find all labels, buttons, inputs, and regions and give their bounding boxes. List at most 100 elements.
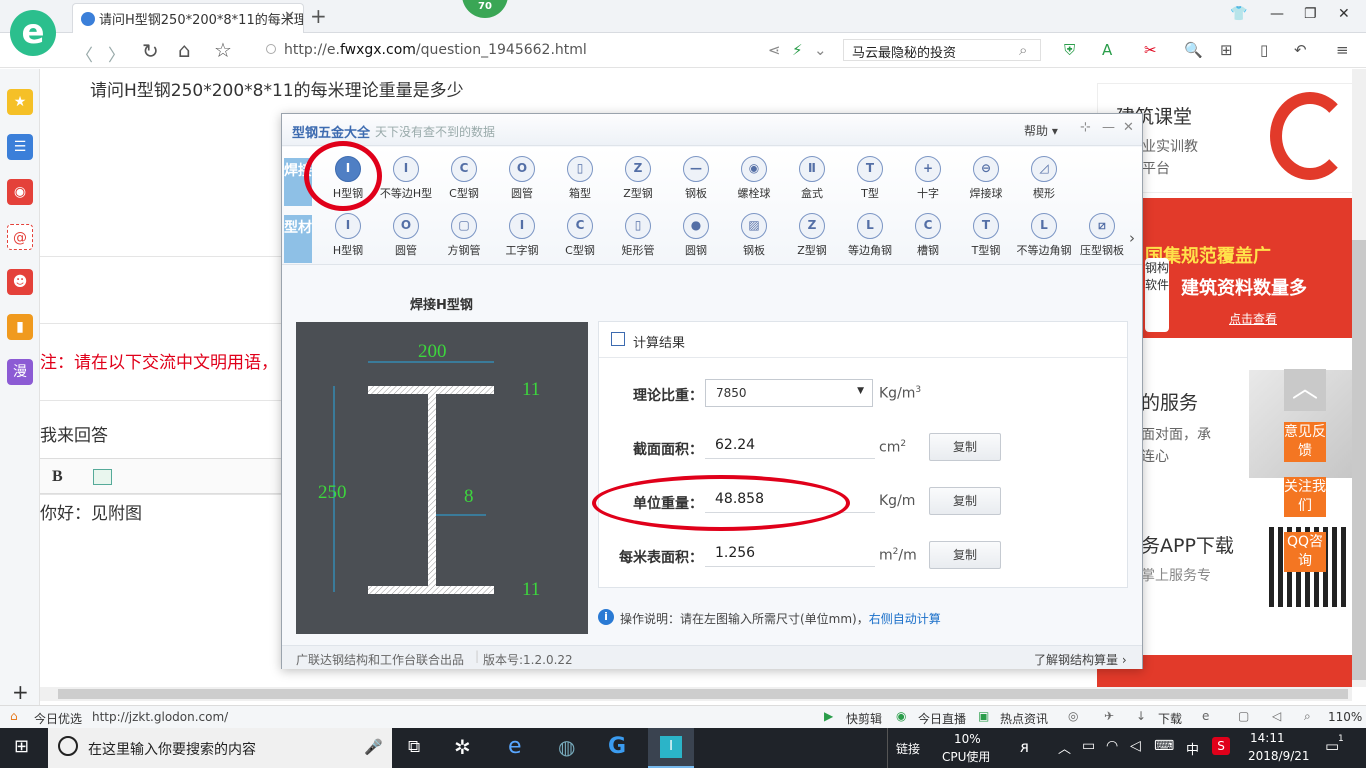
feedback-button[interactable]: 意见反馈 <box>1284 422 1326 462</box>
copy-surface-button[interactable]: 复制 <box>929 541 1001 569</box>
volume-icon[interactable]: ◁ <box>1130 738 1141 754</box>
back-icon[interactable]: 〈 <box>76 41 93 66</box>
profile-shape-item[interactable]: C C型钢 <box>552 213 608 258</box>
help-menu[interactable]: 帮助 ▾ <box>1024 122 1058 139</box>
ime-indicator[interactable]: 中 <box>1186 739 1199 758</box>
window-icon[interactable]: ▢ <box>1238 709 1249 723</box>
scissors-icon[interactable]: ✂ <box>1144 41 1157 59</box>
copy-area-button[interactable]: 复制 <box>929 433 1001 461</box>
maximize-icon[interactable]: ❐ <box>1304 6 1317 22</box>
surface-value[interactable]: 1.256 <box>705 541 875 567</box>
home-icon[interactable]: ⌂ <box>178 38 191 62</box>
profile-shape-item[interactable]: C 槽钢 <box>900 213 956 258</box>
pin-icon[interactable]: ⊹ <box>1080 120 1091 135</box>
book-icon[interactable]: ▮ <box>7 314 33 340</box>
clock-date[interactable]: 2018/9/21 <box>1248 749 1310 763</box>
welded-shape-item[interactable]: I 不等边H型 <box>378 156 434 201</box>
download-icon[interactable]: ↓ <box>1136 709 1146 723</box>
bold-button[interactable]: B <box>52 468 63 486</box>
close-icon[interactable]: ✕ <box>1123 120 1134 135</box>
welded-shape-item[interactable]: Z Z型钢 <box>610 156 666 201</box>
search-input[interactable]: 马云最隐秘的投资 <box>843 39 1041 61</box>
status-today[interactable]: 今日优选 <box>34 710 82 727</box>
footer-link[interactable]: 了解钢结构算量 › <box>1034 651 1127 668</box>
people-icon[interactable]: ᴙ <box>1020 738 1029 756</box>
shirt-icon[interactable]: 👕 <box>1230 6 1247 22</box>
profile-shape-item[interactable]: I 工字钢 <box>494 213 550 258</box>
sogou-icon[interactable]: S <box>1212 737 1230 755</box>
phone-icon[interactable]: ▯ <box>1260 41 1268 59</box>
magnifier-icon[interactable]: 🔍 <box>1184 41 1203 59</box>
microphone-icon[interactable]: 🎤 <box>364 738 383 756</box>
profile-shape-item[interactable]: Z Z型钢 <box>784 213 840 258</box>
minimize-icon[interactable]: — <box>1270 6 1284 22</box>
welded-shape-item[interactable]: T T型 <box>842 156 898 201</box>
mail-icon[interactable]: @ <box>7 224 33 250</box>
welded-shape-item[interactable]: ◉ 螺栓球 <box>726 156 782 201</box>
gift-icon[interactable]: ⌂ <box>10 709 18 723</box>
speaker-icon[interactable]: ◁ <box>1272 709 1281 723</box>
profile-shape-item[interactable]: O 圆管 <box>378 213 434 258</box>
profile-shape-item[interactable]: ● 圆钢 <box>668 213 724 258</box>
profile-shape-item[interactable]: L 不等边角钢 <box>1016 213 1072 258</box>
task-view-icon[interactable]: ⧉ <box>408 737 420 757</box>
dim-height[interactable]: 250 <box>318 482 347 503</box>
close-tab-icon[interactable]: ✕ <box>284 9 295 24</box>
ie-app-icon[interactable]: e <box>508 734 522 759</box>
welded-shape-item[interactable]: ⊖ 焊接球 <box>958 156 1014 201</box>
new-tab-icon[interactable]: + <box>310 4 327 28</box>
globe-icon[interactable]: ◎ <box>1068 709 1078 723</box>
chevron-right-icon[interactable]: › <box>1129 229 1135 247</box>
vertical-scroll-thumb[interactable] <box>1352 240 1366 680</box>
add-sidebar-icon[interactable]: + <box>12 680 29 704</box>
status-news[interactable]: 热点资讯 <box>1000 710 1048 727</box>
area-value[interactable]: 62.24 <box>705 433 875 459</box>
zoom-icon[interactable]: ⌕ <box>1304 709 1311 724</box>
fan-app-icon[interactable]: ✲ <box>454 735 471 759</box>
welded-shape-item[interactable]: O 圆管 <box>494 156 550 201</box>
close-window-icon[interactable]: ✕ <box>1338 6 1350 22</box>
profile-shape-item[interactable]: T T型钢 <box>958 213 1014 258</box>
windows-start-icon[interactable]: ⊞ <box>14 736 29 757</box>
weibo-icon[interactable]: ◉ <box>7 179 33 205</box>
browser-logo-icon[interactable]: e <box>10 10 56 56</box>
clock-time[interactable]: 14:11 <box>1250 731 1285 745</box>
qq-consult-button[interactable]: QQ咨询 <box>1284 532 1326 572</box>
lightning-icon[interactable]: ⚡ <box>792 41 803 59</box>
welded-shape-item[interactable]: + 十字 <box>900 156 956 201</box>
browser-tab[interactable]: 请问H型钢250*200*8*11的每米理 ✕ <box>72 3 304 33</box>
forward-icon[interactable]: 〉 <box>108 41 125 66</box>
game-icon[interactable]: ☻ <box>7 269 33 295</box>
horizontal-scroll-thumb[interactable] <box>58 689 1348 699</box>
favorites-icon[interactable]: ★ <box>7 89 33 115</box>
star-icon[interactable]: ☆ <box>214 38 232 62</box>
welded-shape-item[interactable]: ◿ 楔形 <box>1016 156 1072 201</box>
follow-button[interactable]: 关注我们 <box>1284 477 1326 517</box>
back-to-top-icon[interactable]: ︿ <box>1284 369 1326 411</box>
taskbar-search[interactable]: 在这里输入你要搜索的内容 🎤 <box>48 728 392 768</box>
dim-flange-top[interactable]: 11 <box>522 379 540 400</box>
glodon-app-icon[interactable]: G <box>608 734 626 759</box>
dim-width[interactable]: 200 <box>418 341 447 362</box>
list-icon[interactable]: ☰ <box>7 134 33 160</box>
ad-software-link[interactable]: 点击查看 <box>1229 310 1277 327</box>
undo-icon[interactable]: ↶ <box>1294 41 1307 59</box>
density-select[interactable]: 7850 ▼ <box>705 379 873 407</box>
url-field[interactable]: http://e.fwxgx.com/question_1945662.html <box>284 42 587 58</box>
apps-icon[interactable]: ⊞ <box>1220 41 1233 59</box>
status-kuaijian[interactable]: 快剪辑 <box>846 710 882 727</box>
welded-shape-item[interactable]: C C型钢 <box>436 156 492 201</box>
menu-icon[interactable]: ≡ <box>1336 41 1349 59</box>
status-zoom[interactable]: 110% <box>1328 710 1362 724</box>
dim-flange-bottom[interactable]: 11 <box>522 579 540 600</box>
keyboard-icon[interactable]: ⌨ <box>1154 738 1174 754</box>
answer-text[interactable]: 你好：见附图 <box>40 499 142 524</box>
pin-icon[interactable]: ✈ <box>1104 709 1114 723</box>
translate-icon[interactable]: A <box>1102 41 1112 59</box>
profile-shape-item[interactable]: L 等边角钢 <box>842 213 898 258</box>
image-icon[interactable] <box>93 469 112 485</box>
wifi-icon[interactable]: ◠ <box>1106 738 1118 754</box>
ie-icon[interactable]: e <box>1202 709 1209 723</box>
dim-web[interactable]: 8 <box>464 486 474 507</box>
shield-icon[interactable]: ⛨ <box>1064 41 1075 59</box>
